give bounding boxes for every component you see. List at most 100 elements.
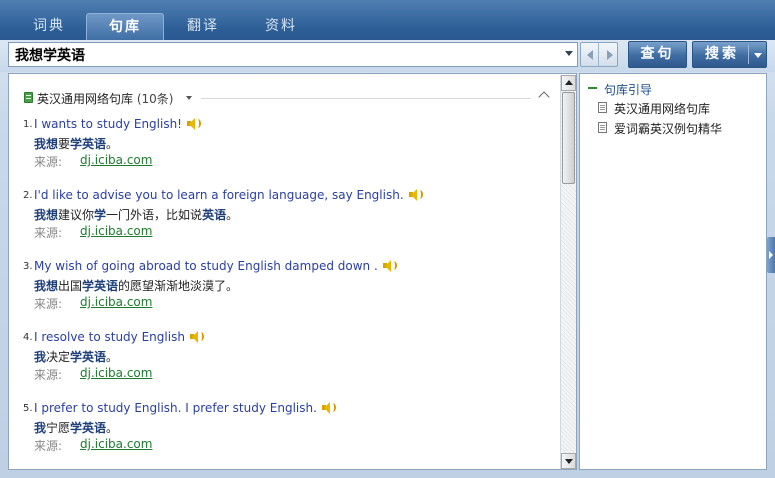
list-item: 5. I prefer to study English. I prefer st… (23, 401, 553, 461)
scroll-thumb[interactable] (562, 92, 575, 184)
entry-chinese: 我宁愿学英语。 (34, 419, 118, 436)
entry-english-text: I resolve to study English (34, 330, 185, 344)
source-label: 来源: (34, 226, 63, 240)
section-divider (201, 98, 531, 99)
entry-chinese-text: 的愿望渐渐地淡漠了。 (118, 279, 239, 293)
guide-item-label: 爱词霸英汉例句精华 (614, 122, 723, 136)
list-item: 2. I'd like to advise you to learn a fore… (23, 188, 553, 248)
query-sentence-button[interactable]: 查句 (628, 41, 687, 68)
highlight-term: 学英语 (70, 137, 107, 151)
highlight-term: 我想 (34, 279, 59, 293)
entry-chinese-text: 。 (226, 208, 239, 222)
forward-button[interactable] (600, 43, 618, 66)
database-icon (24, 92, 33, 103)
speaker-icon[interactable] (321, 401, 337, 414)
highlight-term: 英语 (202, 208, 227, 222)
query-input[interactable] (9, 43, 557, 66)
source-link[interactable]: dj.iciba.com (80, 224, 152, 238)
source-link[interactable]: dj.iciba.com (80, 295, 152, 309)
entry-chinese: 我想出国学英语的愿望渐渐地淡漠了。 (34, 277, 238, 294)
document-icon (598, 122, 607, 133)
source-link[interactable]: dj.iciba.com (80, 437, 152, 451)
top-tab-bar: 词典 句库 翻译 资料 (0, 0, 775, 40)
guide-panel: 句库引导 英汉通用网络句库 爱词霸英汉例句精华 (579, 73, 767, 470)
entry-chinese: 我想要学英语。 (34, 135, 118, 152)
entry-chinese-text: 要 (58, 137, 71, 151)
entry-english[interactable]: I resolve to study English (34, 330, 205, 344)
section-title-text: 英汉通用网络句库 (37, 92, 134, 106)
section-dropdown-icon[interactable] (186, 96, 192, 100)
speaker-icon[interactable] (189, 330, 205, 343)
back-button[interactable] (581, 43, 599, 66)
entry-english-text: My wish of going abroad to study English… (34, 259, 378, 273)
entry-chinese-text: 一门外语，比如说 (106, 208, 203, 222)
tab-resources[interactable]: 资料 (242, 13, 320, 40)
highlight-term: 我 (34, 350, 47, 364)
speaker-icon[interactable] (186, 117, 202, 130)
entry-english[interactable]: I prefer to study English. I prefer stud… (34, 401, 337, 415)
arrow-right-icon (607, 50, 613, 60)
search-button-label: 搜索 (705, 46, 739, 62)
chevron-down-icon[interactable] (754, 53, 762, 58)
section-count: (10条) (136, 92, 174, 106)
search-button-divider (748, 45, 749, 64)
entry-english[interactable]: I wants to study English! (34, 117, 202, 131)
highlight-term: 我 (34, 421, 47, 435)
speaker-icon[interactable] (382, 259, 398, 272)
results-panel: 英汉通用网络句库 (10条) 1. I wants to study Englis… (8, 73, 577, 470)
entry-english-text: I prefer to study English. I prefer stud… (34, 401, 317, 415)
guide-title: 句库引导 (604, 83, 653, 97)
highlight-term: 学英语 (70, 350, 107, 364)
entry-number: 4. (23, 332, 33, 343)
expand-side-tab[interactable] (767, 237, 775, 273)
search-row: 查句 搜索 (0, 40, 775, 72)
query-box (8, 42, 578, 67)
speaker-icon[interactable] (408, 188, 424, 201)
entry-chinese-text: 。 (106, 137, 119, 151)
entry-chinese-text: 宁愿 (46, 421, 71, 435)
arrow-left-icon (587, 50, 593, 60)
list-item: 4. I resolve to study English 我决定学英语。 来源: dj… (23, 330, 553, 390)
highlight-term: 学 (94, 208, 107, 222)
entry-number: 1. (23, 119, 33, 130)
search-button[interactable]: 搜索 (692, 41, 767, 68)
history-dropdown-icon[interactable] (565, 51, 573, 56)
scroll-up-button[interactable] (561, 75, 576, 91)
entry-english-text: I wants to study English! (34, 117, 182, 131)
entry-chinese-text: 建议你 (58, 208, 95, 222)
entry-number: 3. (23, 261, 33, 272)
section-title[interactable]: 英汉通用网络句库 (10条) (37, 90, 173, 107)
highlight-term: 我想 (34, 208, 59, 222)
highlight-term: 我想 (34, 137, 59, 151)
tab-translate[interactable]: 翻译 (164, 13, 242, 40)
section-header: 英汉通用网络句库 (10条) (21, 90, 551, 106)
list-item: 3. My wish of going abroad to study Engli… (23, 259, 553, 319)
entry-english[interactable]: My wish of going abroad to study English… (34, 259, 398, 273)
entry-chinese: 我想建议你学一门外语，比如说英语。 (34, 206, 238, 223)
highlight-term: 学英语 (70, 421, 107, 435)
source-link[interactable]: dj.iciba.com (80, 366, 152, 380)
collapse-minus-icon[interactable] (588, 87, 597, 89)
vertical-scrollbar[interactable] (560, 75, 576, 469)
document-icon (598, 102, 607, 113)
entry-number: 2. (23, 190, 33, 201)
entry-chinese-text: 。 (106, 421, 119, 435)
tab-sentence-bank[interactable]: 句库 (86, 13, 164, 40)
list-item: 1. I wants to study English! 我想要学英语。 来源: dj.… (23, 117, 553, 177)
source-label: 来源: (34, 439, 63, 453)
entry-english[interactable]: I'd like to advise you to learn a foreig… (34, 188, 424, 202)
source-link[interactable]: dj.iciba.com (80, 153, 152, 167)
guide-item-label: 英汉通用网络句库 (614, 102, 711, 116)
source-label: 来源: (34, 368, 63, 382)
collapse-icon[interactable] (538, 91, 550, 103)
entry-chinese-text: 决定 (46, 350, 71, 364)
entry-number: 5. (23, 403, 33, 414)
tab-dictionary[interactable]: 词典 (10, 13, 88, 40)
entry-chinese: 我决定学英语。 (34, 348, 118, 365)
entry-english-text: I'd like to advise you to learn a foreig… (34, 188, 404, 202)
highlight-term: 学英语 (82, 279, 119, 293)
scroll-down-button[interactable] (561, 453, 576, 469)
source-label: 来源: (34, 155, 63, 169)
history-nav (580, 42, 618, 67)
source-label: 来源: (34, 297, 63, 311)
